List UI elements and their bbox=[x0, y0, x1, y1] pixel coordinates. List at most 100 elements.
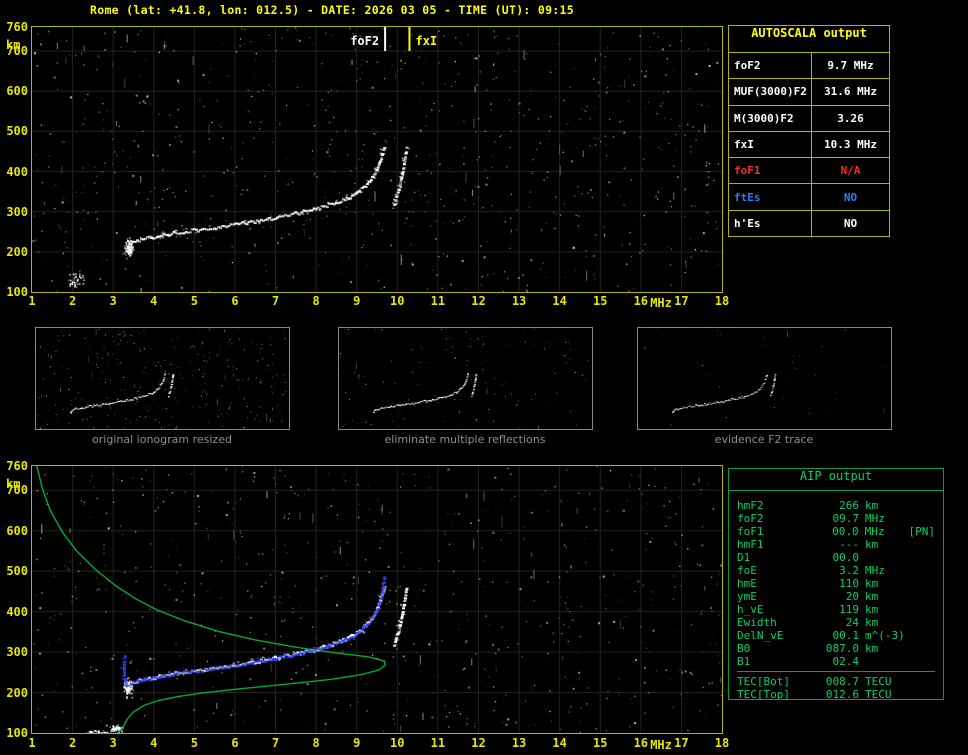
x-tick-label: 12 bbox=[471, 294, 486, 308]
y-axis-unit-label: km bbox=[6, 38, 21, 52]
aip-param-name: hmE bbox=[737, 577, 757, 590]
x-tick-label: 8 bbox=[312, 736, 320, 750]
x-tick-label: 12 bbox=[471, 736, 486, 750]
aip-param-unit: km bbox=[865, 616, 879, 629]
autoscala-row: M(3000)F2 3.26 bbox=[729, 105, 889, 132]
aip-row: hmE 110 km bbox=[737, 577, 935, 590]
aip-param-unit: km bbox=[865, 590, 879, 603]
x-tick-label: 1 bbox=[28, 294, 36, 308]
station-title: Rome (lat: +41.8, lon: 012.5) - DATE: 20… bbox=[90, 3, 574, 17]
autoscala-output-table: AUTOSCALA output foF2 9.7 MHz MUF(3000)F2 3… bbox=[728, 25, 890, 237]
x-tick-label: 4 bbox=[150, 294, 158, 308]
aip-row: foE 3.2 MHz bbox=[737, 564, 935, 577]
aip-param-value: 09.7 bbox=[832, 512, 860, 525]
x-tick-label: 10 bbox=[390, 294, 405, 308]
y-tick-label: 300 bbox=[6, 204, 28, 219]
caption-original-ionogram: original ionogram resized bbox=[92, 433, 232, 446]
autoscala-param-label: M(3000)F2 bbox=[729, 105, 812, 131]
autoscala-table-rows: foF2 9.7 MHz MUF(3000)F2 31.6 MHz M(3000)F2 3… bbox=[729, 53, 889, 236]
main-ionogram-canvas bbox=[32, 27, 722, 292]
series-autoscaled-trace bbox=[120, 575, 387, 687]
aip-param-name: B1 bbox=[737, 655, 751, 668]
x-tick-label: 1 bbox=[28, 736, 36, 750]
autoscala-param-value: NO bbox=[843, 190, 858, 204]
aip-param-value: 00.0 bbox=[832, 551, 860, 564]
series-o-mode-trace bbox=[123, 146, 387, 253]
aip-param-name: foE bbox=[737, 564, 757, 577]
aip-row: hmF2 266 km bbox=[737, 499, 935, 512]
autoscala-row: fxI 10.3 MHz bbox=[729, 131, 889, 159]
series-x-mode-trace bbox=[392, 587, 409, 648]
y-tick-label: 100 bbox=[6, 285, 28, 299]
aip-param-name: TEC[Bot] bbox=[737, 675, 790, 688]
aip-output-table: AIP output hmF2 266 km foF2 09.7 MHz foF1 00.0 M… bbox=[728, 468, 944, 701]
autoscala-row: h'Es NO bbox=[729, 210, 889, 236]
x-tick-label: 11 bbox=[430, 294, 446, 308]
y-tick-label: 760 bbox=[6, 459, 28, 473]
autoscala-param-value: 31.6 MHz bbox=[824, 85, 877, 99]
autoscala-param-label: foF1 bbox=[729, 158, 812, 184]
aip-param-unit: MHz bbox=[865, 512, 885, 525]
aip-param-flag: [PN] bbox=[908, 525, 936, 538]
autoscala-row: MUF(3000)F2 31.6 MHz bbox=[729, 79, 889, 106]
x-tick-label: 7 bbox=[271, 736, 280, 750]
autoscala-param-label: h'Es bbox=[729, 210, 812, 236]
y-axis-unit-label: km bbox=[6, 477, 21, 491]
aip-param-value: 012.6 bbox=[825, 688, 859, 701]
aip-row: B0 087.0 km bbox=[737, 642, 935, 655]
x-tick-label: 6 bbox=[231, 294, 239, 308]
thumbnail-f2-canvas bbox=[644, 328, 886, 426]
aip-param-value: 20 bbox=[845, 590, 859, 603]
aip-param-unit bbox=[865, 551, 905, 564]
x-tick-label: 2 bbox=[68, 294, 77, 308]
aip-param-unit: TECU bbox=[865, 675, 892, 688]
x-tick-label: 4 bbox=[150, 736, 158, 750]
x-tick-label: 17 bbox=[674, 294, 689, 308]
aip-param-unit: MHz bbox=[864, 525, 885, 538]
autoscala-param-value: NO bbox=[843, 216, 858, 230]
x-tick-label: 18 bbox=[714, 736, 730, 750]
thumbnail-reflections-canvas bbox=[340, 328, 592, 429]
x-tick-label: 5 bbox=[190, 294, 198, 308]
aip-row: Ewidth 24 km bbox=[737, 616, 935, 629]
aip-param-value: 00.1 bbox=[832, 629, 860, 642]
aip-row: ymE 20 km bbox=[737, 590, 935, 603]
autoscala-param-label: ftEs bbox=[729, 184, 812, 210]
aip-param-unit: km bbox=[865, 577, 879, 590]
grid-layer bbox=[32, 466, 722, 733]
autoscala-param-label: MUF(3000)F2 bbox=[729, 79, 812, 105]
y-tick-label: 500 bbox=[6, 124, 28, 139]
x-tick-label: 15 bbox=[593, 736, 608, 750]
aip-param-value: 087.0 bbox=[825, 642, 859, 655]
profile-ionogram-plot bbox=[31, 465, 723, 734]
aip-param-value: 119 bbox=[839, 603, 859, 616]
aip-param-name: D1 bbox=[737, 551, 751, 564]
x-tick-label: 14 bbox=[552, 294, 567, 308]
aip-param-name: Ewidth bbox=[737, 616, 777, 629]
x-tick-label: 9 bbox=[353, 736, 361, 750]
fxi-marker-label: fxI bbox=[415, 34, 438, 48]
aip-param-name: TEC[Top] bbox=[737, 688, 790, 701]
aip-param-unit: km bbox=[865, 642, 879, 655]
y-tick-label: 200 bbox=[6, 685, 28, 700]
x-tick-label: 3 bbox=[109, 294, 117, 308]
aip-param-value: 110 bbox=[839, 577, 859, 590]
autoscala-table-header: AUTOSCALA output bbox=[729, 26, 889, 53]
x-tick-label: 6 bbox=[231, 736, 239, 750]
thumbnail-original-ionogram bbox=[35, 327, 290, 430]
profile-ionogram-canvas bbox=[32, 466, 722, 733]
x-tick-label: 8 bbox=[312, 294, 320, 308]
thumbnail-f2-trace bbox=[637, 327, 892, 430]
aip-table-rows: hmF2 266 km foF2 09.7 MHz foF1 00.0 MHz [PN] hmF1 -… bbox=[729, 491, 943, 668]
autoscala-row: foF2 9.7 MHz bbox=[729, 53, 889, 80]
aip-param-value: 266 bbox=[839, 499, 859, 512]
aip-row: foF1 00.0 MHz [PN] bbox=[737, 525, 935, 538]
x-tick-label: 16 bbox=[633, 736, 649, 750]
autoscala-row: ftEs NO bbox=[729, 184, 889, 211]
grid-layer bbox=[32, 27, 722, 292]
x-tick-label: 7 bbox=[271, 294, 280, 308]
aip-param-unit: m^(-3) bbox=[865, 629, 905, 642]
y-tick-label: 100 bbox=[6, 726, 28, 740]
caption-f2-trace: evidence F2 trace bbox=[714, 433, 814, 446]
x-axis-unit-label: MHz bbox=[650, 296, 672, 310]
